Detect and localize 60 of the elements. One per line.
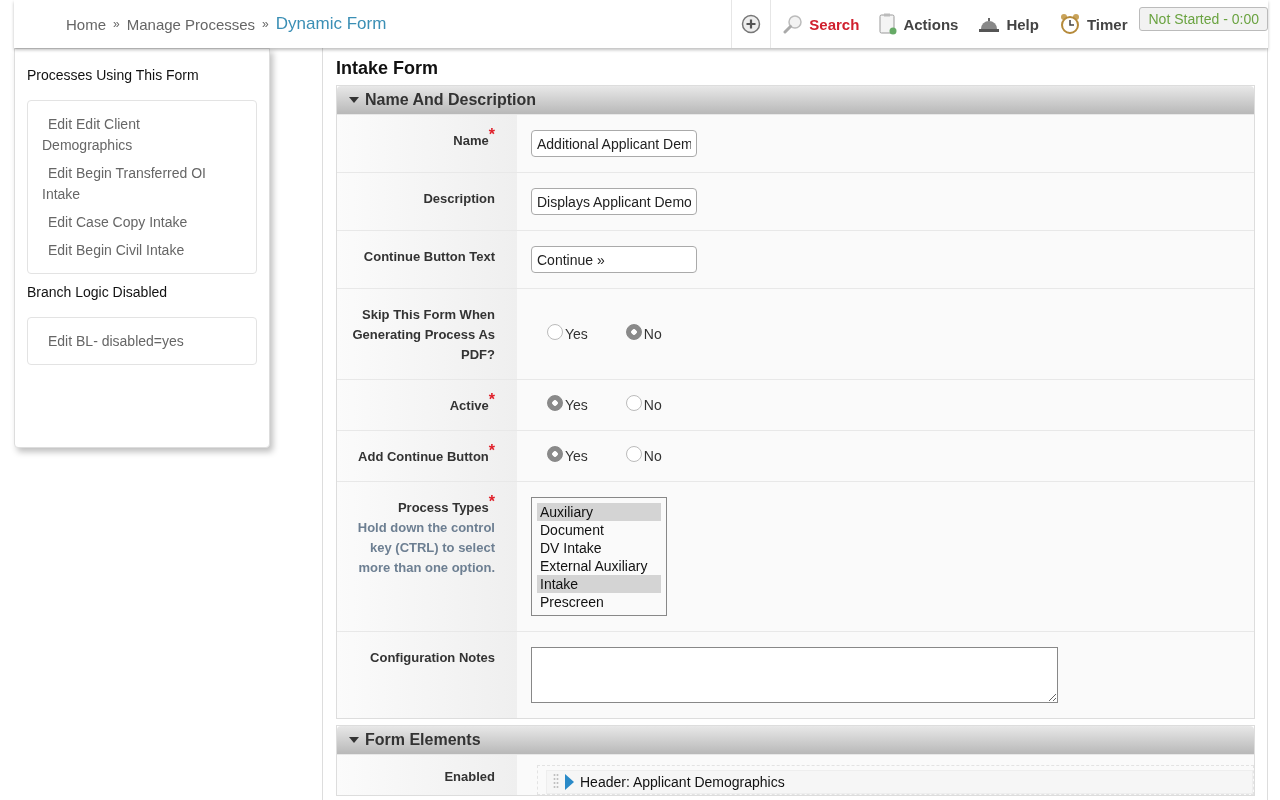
process-link[interactable]: Edit Begin Transferred OI Intake: [42, 160, 242, 209]
radio-option[interactable]: No: [625, 326, 662, 342]
multi-select-list[interactable]: Auxiliary Document DV Intake External Auxiliary Intake Prescreen: [531, 497, 667, 616]
section-header[interactable]: Form Elements: [337, 726, 1254, 754]
field-hint: Hold down the control key (CTRL) to select more than one option.: [356, 519, 495, 577]
process-link[interactable]: Edit Case Copy Intake: [42, 209, 242, 237]
list-option[interactable]: Intake: [537, 575, 661, 593]
radio-button[interactable]: [625, 324, 642, 340]
radio-option[interactable]: Yes: [547, 448, 588, 464]
alarm-clock-icon: [1058, 13, 1081, 35]
radio-option[interactable]: No: [625, 397, 662, 413]
field-label: Enabled: [444, 768, 495, 786]
text-input[interactable]: Additional Applicant Dem: [531, 130, 697, 157]
radio-option[interactable]: No: [625, 448, 662, 464]
expand-arrow-icon: [565, 774, 574, 790]
text-input[interactable]: Displays Applicant Demo: [531, 188, 697, 215]
list-option[interactable]: DV Intake: [537, 539, 661, 557]
breadcrumb-link[interactable]: Home: [66, 15, 106, 33]
timer-status-badge: Not Started - 0:00: [1139, 7, 1268, 31]
magnifier-icon: [783, 14, 804, 34]
drag-handle-icon: [553, 773, 559, 791]
breadcrumb-separator: »: [262, 17, 269, 31]
actions-button[interactable]: Actions: [869, 13, 969, 35]
add-button[interactable]: [731, 0, 772, 48]
list-option[interactable]: External Auxiliary: [537, 557, 661, 575]
field-label: Skip This Form When Generating Process As PDF?: [351, 306, 495, 364]
list-option[interactable]: Auxiliary: [537, 503, 661, 521]
process-link[interactable]: Edit Edit Client Demographics: [42, 111, 242, 160]
timer-button[interactable]: Timer: [1048, 13, 1138, 35]
field-label: Description: [423, 190, 495, 208]
breadcrumb-link[interactable]: Manage Processes: [126, 15, 256, 33]
list-option[interactable]: Document: [537, 521, 661, 539]
bell-icon: [978, 15, 1001, 33]
radio-button[interactable]: [625, 395, 642, 411]
page-title: Intake Form: [336, 57, 440, 80]
clipboard-icon: [879, 13, 898, 35]
radio-button[interactable]: [547, 395, 563, 411]
text-input[interactable]: Continue »: [531, 246, 697, 273]
radio-option[interactable]: Yes: [547, 326, 588, 342]
breadcrumb-separator: »: [113, 17, 120, 31]
search-button[interactable]: Search: [771, 14, 870, 34]
field-label: Configuration Notes: [370, 649, 495, 667]
plus-circle-icon: [741, 14, 762, 34]
sidebar-heading: Branch Logic Disabled: [27, 284, 169, 300]
radio-button[interactable]: [547, 324, 563, 340]
field-label: Continue Button Text: [363, 248, 495, 266]
caret-icon: [349, 96, 359, 104]
list-option[interactable]: Prescreen: [537, 593, 661, 611]
sidebar-heading: Processes Using This Form: [27, 67, 200, 83]
radio-option[interactable]: Yes: [547, 397, 588, 413]
section-header[interactable]: Name And Description: [337, 86, 1254, 114]
radio-button[interactable]: [547, 446, 563, 462]
help-button[interactable]: Help: [968, 15, 1049, 33]
breadcrumb-link[interactable]: Dynamic Form: [275, 14, 387, 34]
process-link[interactable]: Edit BL- disabled=yes: [42, 328, 242, 356]
radio-button[interactable]: [625, 446, 642, 462]
caret-icon: [349, 736, 359, 744]
process-link[interactable]: Edit Begin Civil Intake: [42, 237, 242, 265]
form-element-item[interactable]: Header: Applicant Demographics: [546, 770, 1253, 794]
notes-textarea[interactable]: [531, 647, 1058, 703]
